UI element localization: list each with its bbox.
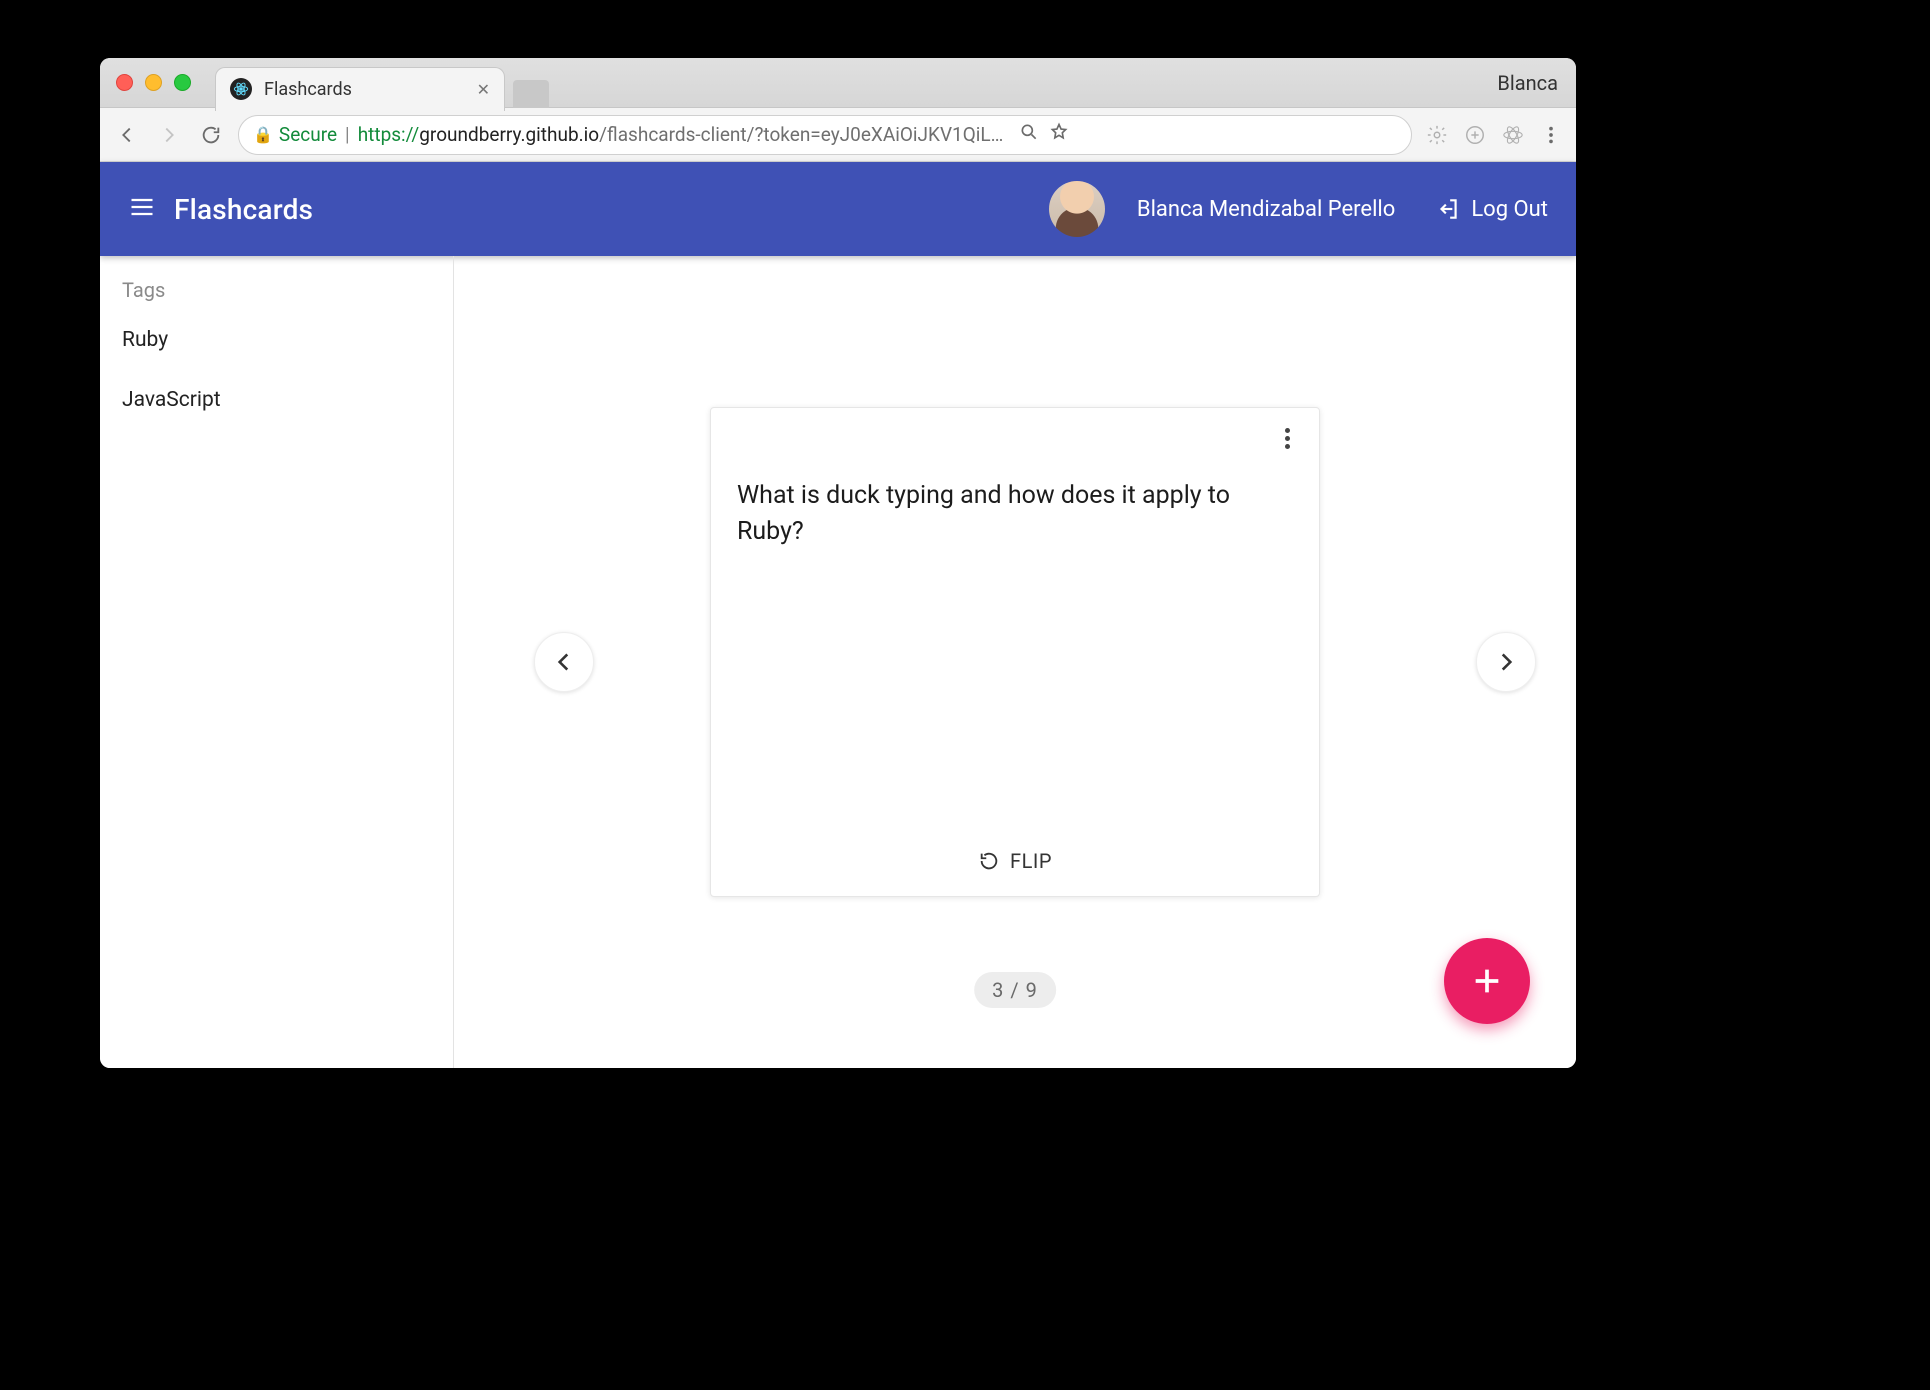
- app-header: Flashcards Blanca Mendizabal Perello Log…: [100, 162, 1576, 256]
- app-root: Flashcards Blanca Mendizabal Perello Log…: [100, 162, 1576, 1068]
- sidebar: Tags Ruby JavaScript: [100, 256, 454, 1068]
- card-question-text: What is duck typing and how does it appl…: [737, 478, 1293, 551]
- add-card-fab[interactable]: [1444, 938, 1530, 1024]
- sidebar-tag-ruby[interactable]: Ruby: [100, 310, 453, 370]
- lock-icon: 🔒: [253, 125, 273, 144]
- card-menu-button[interactable]: [1271, 422, 1303, 454]
- react-favicon-icon: [230, 78, 252, 100]
- new-tab-button[interactable]: [513, 80, 549, 108]
- chrome-titlebar: Flashcards ✕ Blanca: [100, 58, 1576, 108]
- nav-forward-button[interactable]: [154, 120, 184, 150]
- window-minimize-button[interactable]: [145, 74, 162, 91]
- sidebar-section-label: Tags: [100, 278, 453, 310]
- extension-devtools-icon[interactable]: [1462, 122, 1488, 148]
- next-card-button[interactable]: [1476, 632, 1536, 692]
- flip-label: FLIP: [1010, 849, 1052, 873]
- sidebar-tag-javascript[interactable]: JavaScript: [100, 370, 453, 430]
- chrome-menu-icon[interactable]: [1538, 122, 1564, 148]
- menu-button[interactable]: [128, 193, 156, 225]
- url-text: https://groundberry.github.io/flashcards…: [358, 123, 1004, 146]
- card-area: What is duck typing and how does it appl…: [454, 256, 1576, 1068]
- window-close-button[interactable]: [116, 74, 133, 91]
- browser-tab[interactable]: Flashcards ✕: [215, 67, 505, 111]
- secure-label: Secure: [279, 123, 337, 146]
- window-zoom-button[interactable]: [174, 74, 191, 91]
- chrome-toolbar: 🔒 Secure | https://groundberry.github.io…: [100, 108, 1576, 162]
- bookmark-star-icon[interactable]: [1049, 122, 1069, 147]
- avatar[interactable]: [1049, 181, 1105, 237]
- browser-tab-title: Flashcards: [264, 79, 465, 100]
- user-name: Blanca Mendizabal Perello: [1137, 197, 1395, 222]
- extension-row: [1424, 122, 1564, 148]
- flashcard: What is duck typing and how does it appl…: [710, 407, 1320, 897]
- logout-label: Log Out: [1471, 197, 1548, 222]
- pager-indicator: 3 / 9: [974, 972, 1056, 1008]
- extension-react-icon[interactable]: [1500, 122, 1526, 148]
- extension-gear-icon[interactable]: [1424, 122, 1450, 148]
- flip-button[interactable]: FLIP: [978, 849, 1052, 873]
- prev-card-button[interactable]: [534, 632, 594, 692]
- app-body: Tags Ruby JavaScript What is duck typing…: [100, 256, 1576, 1068]
- browser-window: Flashcards ✕ Blanca 🔒 Secure | https://g…: [100, 58, 1576, 1068]
- logout-button[interactable]: Log Out: [1435, 196, 1548, 222]
- app-title: Flashcards: [174, 193, 313, 226]
- window-controls: [116, 74, 191, 91]
- nav-reload-button[interactable]: [196, 120, 226, 150]
- zoom-icon[interactable]: [1019, 122, 1039, 147]
- tab-close-icon[interactable]: ✕: [477, 80, 490, 99]
- chrome-profile-label[interactable]: Blanca: [1497, 71, 1558, 95]
- secure-indicator: 🔒 Secure: [253, 123, 337, 146]
- address-bar[interactable]: 🔒 Secure | https://groundberry.github.io…: [238, 115, 1412, 155]
- nav-back-button[interactable]: [112, 120, 142, 150]
